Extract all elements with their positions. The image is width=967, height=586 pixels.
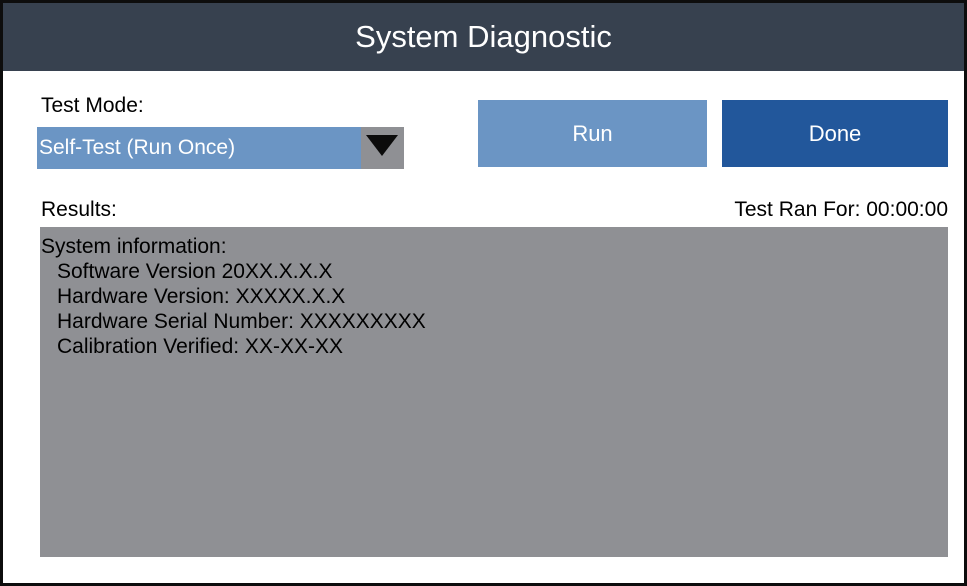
results-line: Hardware Version: XXXXX.X.X [57,285,346,308]
results-panel: System information: Software Version 20X… [40,227,948,557]
results-line: Software Version 20XX.X.X.X [57,260,333,283]
triangle-down-icon [366,135,398,156]
test-mode-select[interactable]: Self-Test (Run Once) [37,127,404,169]
window-title: System Diagnostic [3,3,964,71]
test-elapsed-time: Test Ran For: 00:00:00 [734,198,948,221]
results-line: Calibration Verified: XX-XX-XX [57,335,343,358]
results-heading: System information: [41,235,227,258]
diagnostic-window: System Diagnostic Test Mode: Self-Test (… [0,0,967,586]
results-label: Results: [41,198,117,221]
run-button[interactable]: Run [478,100,707,167]
results-line: Hardware Serial Number: XXXXXXXXX [57,310,426,333]
test-mode-label: Test Mode: [41,94,144,117]
test-mode-selected-value: Self-Test (Run Once) [39,136,236,159]
test-mode-dropdown-toggle[interactable] [361,127,404,169]
done-button[interactable]: Done [722,100,948,167]
